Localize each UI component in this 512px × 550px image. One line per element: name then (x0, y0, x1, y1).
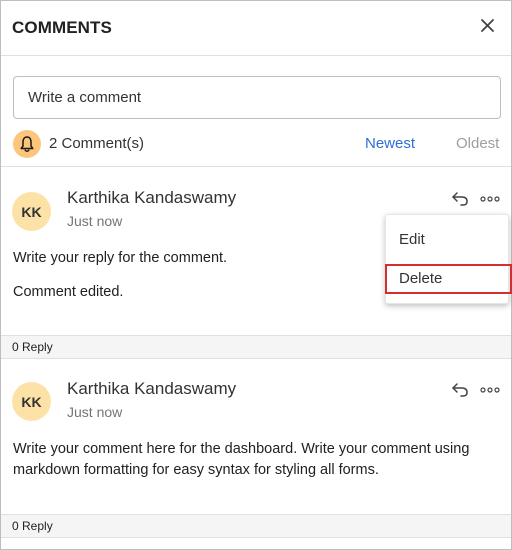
panel-title: COMMENTS (12, 18, 112, 37)
comment-author: Karthika Kandaswamy (67, 188, 237, 207)
comment-author: Karthika Kandaswamy (67, 379, 237, 398)
reply-icon[interactable] (450, 381, 470, 399)
more-options-icon[interactable] (479, 381, 501, 399)
avatar: KK (12, 192, 51, 231)
comment-input-box[interactable] (13, 76, 501, 119)
reply-count-bar[interactable]: 0 Reply (1, 514, 511, 538)
comments-summary: 2 Comment(s) Newest Oldest (1, 125, 511, 167)
comment-text: Write your comment here for the dashboar… (13, 441, 470, 478)
comment-count: 2 Comment(s) (49, 135, 145, 152)
avatar: KK (12, 382, 51, 421)
menu-item-edit[interactable]: Edit (386, 225, 510, 255)
panel-header: COMMENTS (1, 1, 511, 56)
comment-time: Just now (67, 213, 123, 229)
comment-input[interactable] (14, 77, 500, 118)
close-icon[interactable] (477, 15, 499, 37)
sort-newest-button[interactable]: Newest (365, 135, 415, 152)
comment-time: Just now (67, 404, 123, 420)
comment-options-menu: Edit Delete (385, 214, 512, 304)
sort-oldest-button[interactable]: Oldest (456, 135, 499, 152)
menu-item-label: Delete (399, 270, 443, 287)
more-options-icon[interactable] (479, 190, 501, 208)
reply-icon[interactable] (450, 190, 470, 208)
bell-icon (13, 130, 41, 158)
reply-count: 0 Reply (12, 519, 53, 533)
menu-item-delete[interactable]: Delete (385, 264, 512, 294)
comments-panel: COMMENTS 2 Comment(s) Newest Oldest KK K… (0, 0, 512, 550)
menu-item-label: Edit (399, 231, 425, 248)
comment-thread: KK Karthika Kandaswamy Just now Write yo… (1, 360, 511, 538)
reply-count: 0 Reply (12, 340, 53, 354)
reply-count-bar[interactable]: 0 Reply (1, 335, 511, 359)
